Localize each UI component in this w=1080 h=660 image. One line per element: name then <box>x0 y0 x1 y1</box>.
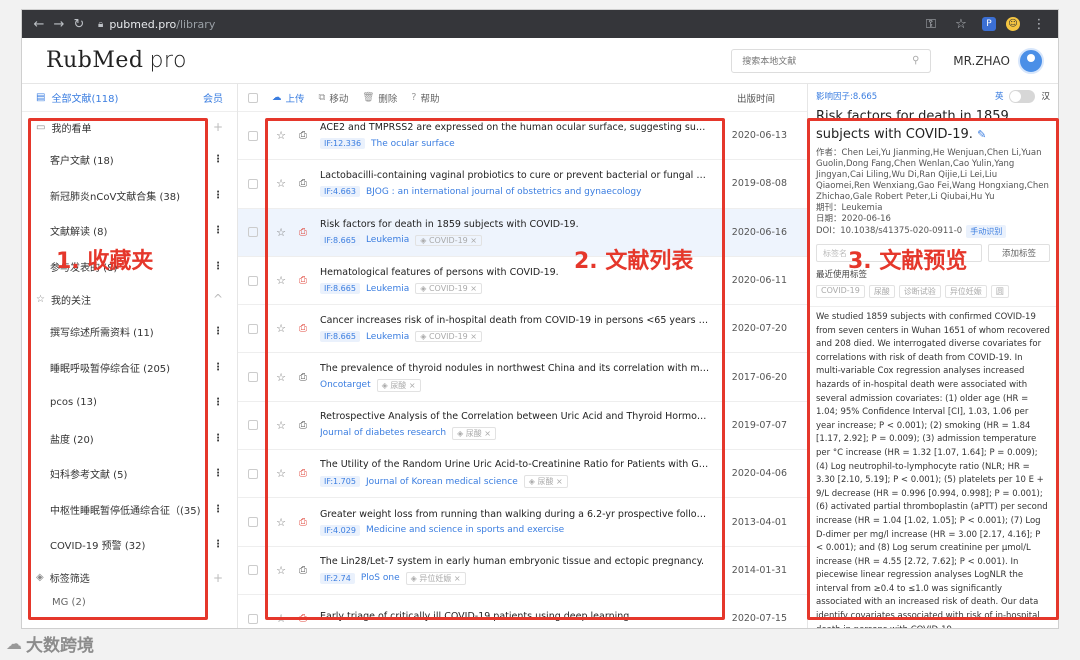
add-list-icon[interactable]: + <box>213 120 223 134</box>
members-link[interactable]: 会员 <box>203 90 223 105</box>
article-date: 2014-01-31 <box>731 564 787 576</box>
article-date: 2013-04-01 <box>731 516 787 528</box>
article-date: 2020-07-20 <box>731 323 787 335</box>
row-checkbox[interactable] <box>248 372 258 383</box>
document-icon: ▤ <box>36 92 46 103</box>
article-date: 2020-07-15 <box>731 613 787 625</box>
lang-switch[interactable] <box>1009 89 1036 103</box>
logo-main: RubMed <box>46 48 144 73</box>
watermark: ☁ 大数跨境 <box>6 628 94 658</box>
preview-callout-label: 3. 文献预览 <box>848 249 968 274</box>
avatar[interactable] <box>1018 47 1044 74</box>
url-host: pubmed.pro <box>109 17 177 31</box>
more-options-icon[interactable]: ⋮ <box>213 468 223 479</box>
browser-menu-icon[interactable]: ⋮ <box>1030 17 1048 32</box>
help-button[interactable]: ? 帮助 <box>411 91 439 105</box>
row-checkbox[interactable] <box>248 323 258 334</box>
more-options-icon[interactable]: ⋮ <box>213 504 223 515</box>
forward-arrow-icon[interactable]: → <box>50 17 68 32</box>
article-date: 2019-07-07 <box>731 419 787 431</box>
more-options-icon[interactable]: ⋮ <box>213 362 223 373</box>
impact-factor: 影响因子:8.665 <box>816 92 878 102</box>
article-date: 2020-06-11 <box>731 275 787 287</box>
screenshot-frame: ← → ↻ 🔒︎ pubmed.pro/library ⚿ ☆ P ☺ ⋮ Ru… <box>0 0 1080 660</box>
row-checkbox[interactable] <box>248 275 258 286</box>
reload-icon[interactable]: ↻ <box>70 17 88 32</box>
more-options-icon[interactable]: ⋮ <box>213 261 223 272</box>
back-arrow-icon[interactable]: ← <box>30 17 48 32</box>
help-label: 帮助 <box>420 93 440 105</box>
lang-zh-label: 汉 <box>1041 92 1050 102</box>
delete-button[interactable]: 🗑︎ 删除 <box>362 91 397 105</box>
row-checkbox[interactable] <box>248 178 258 189</box>
more-options-icon[interactable]: ⋮ <box>213 433 223 444</box>
row-checkbox[interactable] <box>248 227 258 238</box>
all-docs-link[interactable]: 全部文献(118) <box>51 90 118 105</box>
row-checkbox[interactable] <box>248 468 258 479</box>
move-label: 移动 <box>329 93 349 105</box>
preview-callout-box <box>807 118 1059 620</box>
select-all-checkbox[interactable] <box>248 92 258 103</box>
more-options-icon[interactable]: ⋮ <box>213 326 223 337</box>
article-date: 2020-04-06 <box>731 468 787 480</box>
article-date: 2019-08-08 <box>731 178 787 190</box>
row-checkbox[interactable] <box>248 565 258 576</box>
bookmark-star-icon[interactable]: ☆ <box>952 17 970 32</box>
language-toggle[interactable]: 英 汉 <box>994 89 1050 103</box>
article-date: 2017-06-20 <box>731 371 787 383</box>
preview-top-bar: 影响因子:8.665 英 汉 <box>808 84 1058 108</box>
more-options-icon[interactable]: ⋮ <box>213 225 223 236</box>
search-icon[interactable]: ⚲ <box>901 48 932 73</box>
pubmed-extension-icon[interactable]: P <box>982 17 996 31</box>
move-button[interactable]: ⧉ 移动 <box>319 91 349 105</box>
row-checkbox[interactable] <box>248 420 258 431</box>
lang-en-label: 英 <box>994 92 1004 102</box>
favorites-callout-label: 1. 收藏夹 <box>56 249 154 274</box>
more-options-icon[interactable]: ⋮ <box>213 397 223 408</box>
browser-actions: ⚿ ☆ P ☺ ⋮ <box>922 17 1050 32</box>
move-icon: ⧉ <box>318 92 326 103</box>
user-menu[interactable]: MR.ZHAO <box>953 47 1044 74</box>
row-checkbox[interactable] <box>248 130 258 141</box>
cloud-upload-icon: ☁ <box>272 92 282 103</box>
address-bar[interactable]: 🔒︎ pubmed.pro/library <box>98 18 215 31</box>
article-date: 2020-06-13 <box>731 130 787 142</box>
lock-icon: 🔒︎ <box>98 18 104 30</box>
article-date: 2020-06-16 <box>731 226 787 238</box>
key-icon[interactable]: ⚿ <box>922 17 940 32</box>
watermark-text: 大数跨境 <box>26 635 94 656</box>
app-header: RubMedpro ⚲ MR.ZHAO <box>22 38 1058 84</box>
logo-pro: pro <box>149 48 187 73</box>
library-search: ⚲ <box>731 48 932 73</box>
collapse-chevron-icon[interactable]: ^ <box>213 292 223 306</box>
help-icon: ? <box>411 92 417 103</box>
upload-button[interactable]: ☁ 上传 <box>272 91 305 105</box>
list-toolbar: ☁ 上传 ⧉ 移动 🗑︎ 删除 ? 帮助 出版时间 <box>238 84 807 112</box>
date-column-header[interactable]: 出版时间 <box>737 91 775 105</box>
upload-label: 上传 <box>285 93 305 105</box>
add-tag-icon[interactable]: + <box>213 571 223 585</box>
app-logo[interactable]: RubMed pro <box>46 48 187 73</box>
more-options-icon[interactable]: ⋮ <box>213 154 223 165</box>
browser-toolbar: ← → ↻ 🔒︎ pubmed.pro/library ⚿ ☆ P ☺ ⋮ <box>22 10 1058 38</box>
profile-emoji-icon[interactable]: ☺ <box>1006 17 1020 31</box>
watermark-logo-icon: ☁ <box>6 633 22 653</box>
row-checkbox[interactable] <box>248 517 258 528</box>
url-path: /library <box>176 17 216 31</box>
more-options-icon[interactable]: ⋮ <box>213 190 223 201</box>
trash-icon: 🗑︎ <box>362 92 375 103</box>
row-checkbox[interactable] <box>248 613 258 624</box>
user-name: MR.ZHAO <box>953 53 1010 68</box>
list-callout-label: 2. 文献列表 <box>574 249 694 274</box>
sidebar-header: ▤ 全部文献(118) 会员 <box>22 84 237 112</box>
list-callout-box <box>265 118 725 620</box>
favorites-callout-box <box>28 118 208 620</box>
more-options-icon[interactable]: ⋮ <box>213 539 223 550</box>
delete-label: 删除 <box>378 93 398 105</box>
